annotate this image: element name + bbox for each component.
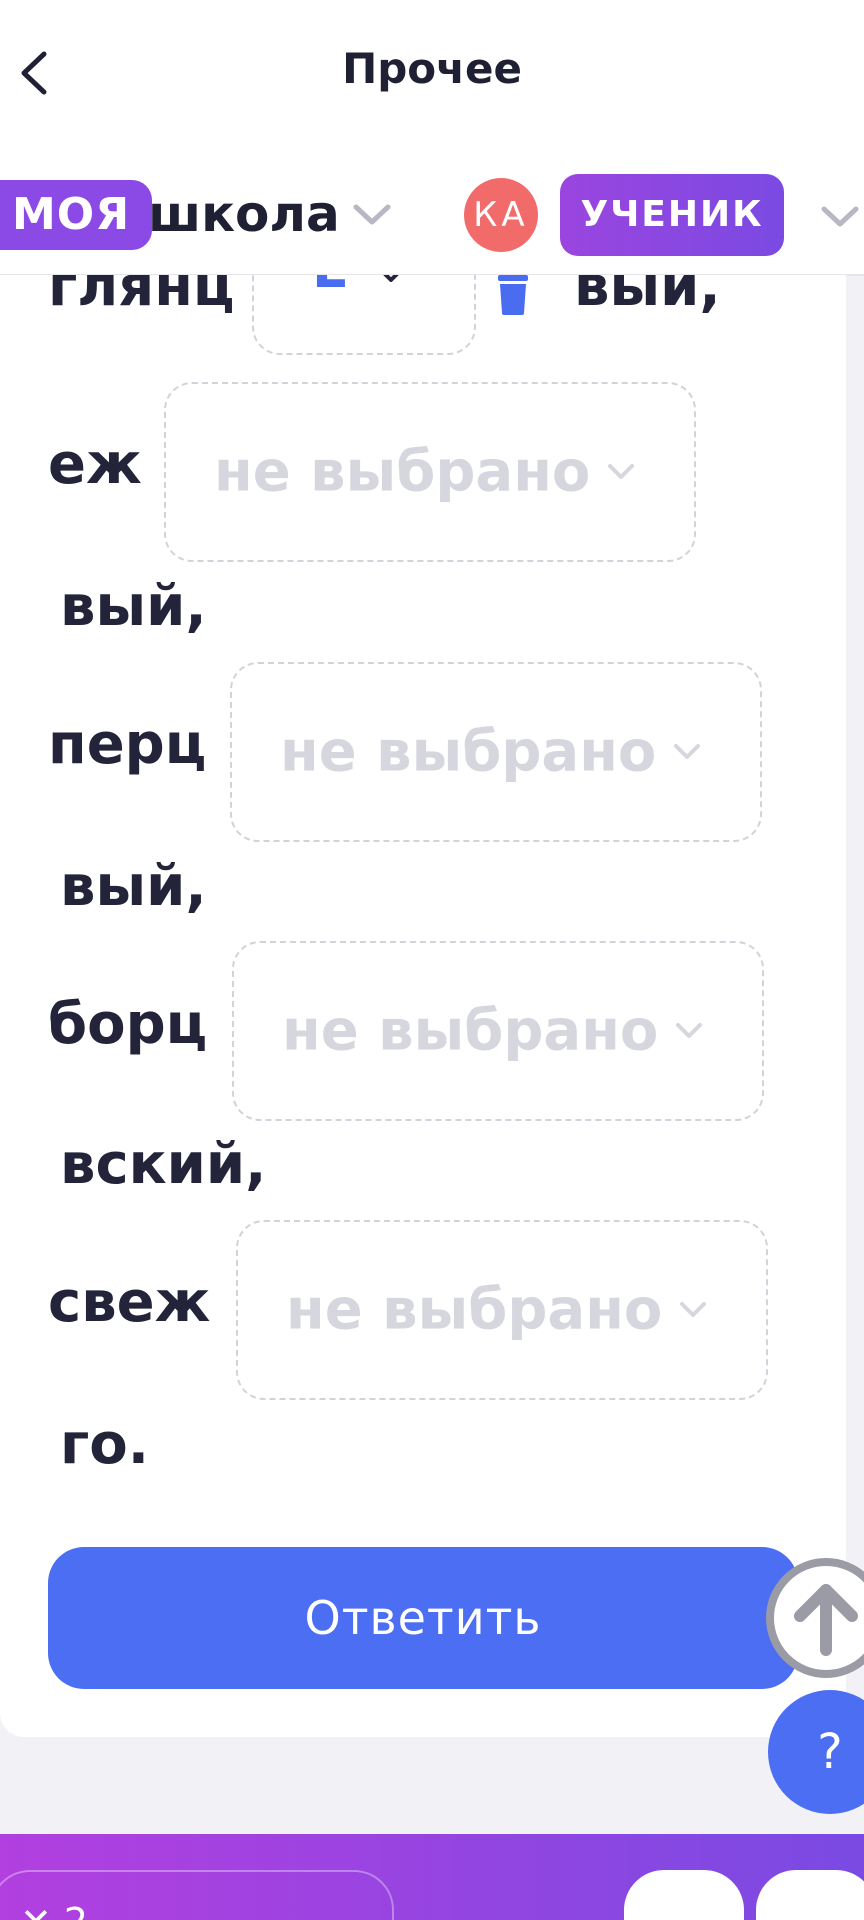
select-placeholder: не выбрано: [280, 719, 657, 785]
bottom-bar: ✕ 2: [0, 1834, 864, 1920]
word-suffix: вый,: [60, 574, 207, 639]
word-prefix: глянц: [48, 275, 235, 319]
arrow-up-icon: [794, 1584, 858, 1656]
top-bar: Прочее: [0, 0, 864, 140]
logo-badge: МОЯ: [0, 180, 153, 250]
word-prefix: борц: [48, 992, 208, 1057]
letter-select[interactable]: не выбрано: [164, 382, 696, 562]
select-placeholder: не выбрано: [282, 998, 659, 1064]
school-bar: МОЯ школа КА УЧЕНИК: [0, 140, 864, 276]
chevron-down-icon: [674, 744, 700, 759]
chevron-down-icon: [383, 275, 399, 282]
word-suffix: вский,: [60, 1132, 267, 1197]
chevron-down-icon: [608, 464, 634, 479]
bottom-pill-label: ✕ 2: [20, 1902, 88, 1920]
word-suffix: вый,: [574, 275, 721, 319]
prev-button[interactable]: [624, 1870, 744, 1920]
chevron-down-icon: [680, 1302, 706, 1317]
exercise-card: глянц Е вый, еж не выбрано вый, перц не …: [0, 275, 846, 1737]
word-prefix: еж: [48, 432, 142, 497]
logo-text: школа: [148, 185, 340, 243]
word-prefix: перц: [48, 712, 207, 777]
trash-icon[interactable]: [494, 275, 532, 315]
answer-button[interactable]: Ответить: [48, 1547, 798, 1689]
letter-select[interactable]: не выбрано: [236, 1220, 768, 1400]
word-suffix: го.: [60, 1412, 150, 1477]
select-placeholder: не выбрано: [286, 1277, 663, 1343]
school-chevron-down-icon[interactable]: [352, 202, 392, 228]
selected-letter: Е: [312, 275, 349, 301]
letter-select-filled[interactable]: Е: [252, 275, 476, 355]
word-suffix: вый,: [60, 854, 207, 919]
word-prefix: свеж: [48, 1270, 211, 1335]
chevron-down-icon: [676, 1023, 702, 1038]
role-chevron-down-icon[interactable]: [820, 204, 860, 230]
letter-select[interactable]: не выбрано: [232, 941, 764, 1121]
role-button[interactable]: УЧЕНИК: [560, 174, 784, 256]
next-button[interactable]: [756, 1870, 864, 1920]
select-placeholder: не выбрано: [214, 439, 591, 505]
page-title: Прочее: [342, 44, 522, 93]
avatar[interactable]: КА: [464, 178, 538, 252]
letter-select[interactable]: не выбрано: [230, 662, 762, 842]
scroll-to-top-button[interactable]: [766, 1558, 864, 1678]
